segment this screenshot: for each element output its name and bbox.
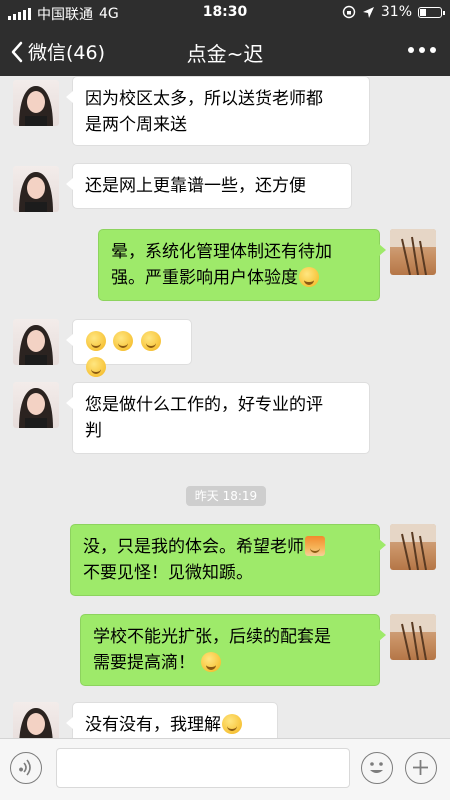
emoji-button[interactable] (361, 752, 393, 784)
thinking-emoji-icon (140, 331, 161, 351)
emoji-face-icon (370, 762, 383, 773)
message-bubble[interactable]: 晕，系统化管理体制还有待加 强。严重影响用户体验度 (98, 229, 386, 301)
chat-area[interactable]: 因为校区太多，所以送货老师都 是两个周来送 还是网上更靠谱一些，还方便 晕，系统… (0, 76, 450, 738)
contact-avatar[interactable] (13, 382, 59, 428)
thinking-emoji-icon (86, 357, 106, 377)
smile-emoji-icon (113, 331, 134, 351)
contact-avatar[interactable] (13, 702, 59, 738)
message-bubble[interactable]: 还是网上更靠谱一些，还方便 (66, 163, 352, 209)
message-text: 因为校区太多，所以送货老师都 (85, 89, 323, 109)
user-avatar[interactable] (390, 524, 436, 570)
message-text: 强。严重影响用户体验度 (111, 265, 367, 291)
contact-avatar[interactable] (13, 80, 59, 126)
message-text: 没有没有，我理解 (85, 712, 265, 738)
message-bubble[interactable] (66, 319, 192, 377)
message-text: 晕，系统化管理体制还有待加 (111, 242, 332, 262)
message-bubble[interactable]: 您是做什么工作的，好专业的评 判 (66, 382, 370, 454)
ellipsis-icon (408, 47, 414, 53)
message-text: 不要见怪！见微知踬。 (83, 563, 253, 583)
voice-button[interactable] (10, 752, 42, 784)
message-bubble[interactable]: 学校不能光扩张，后续的配套是 需要提高滴！ (80, 614, 386, 686)
message-text: 您是做什么工作的，好专业的评 (85, 395, 323, 415)
location-icon (362, 6, 374, 18)
chat-title: 点金~迟 (186, 42, 264, 66)
message-text: 需要提高滴！ (93, 650, 367, 676)
laugh-emoji-icon (201, 652, 222, 672)
message-text-part: 强。严重影响用户体验度 (111, 268, 298, 288)
message-input[interactable] (56, 748, 350, 788)
input-bar (0, 738, 450, 800)
status-bar: 中国联通 4G 18:30 31% (0, 0, 450, 26)
battery-icon (418, 6, 445, 18)
contact-avatar[interactable] (13, 166, 59, 212)
message-text: 学校不能光扩张，后续的配套是 (93, 627, 331, 647)
voice-icon (19, 759, 31, 776)
laugh-emoji-icon (299, 267, 319, 287)
message-text-part: 没有没有，我理解 (85, 715, 221, 735)
plus-icon (413, 760, 428, 775)
message-bubble[interactable]: 没，只是我的体会。希望老师 不要见怪！见微知踬。 (70, 524, 386, 596)
message-text: 是两个周来送 (85, 115, 187, 135)
thinking-emoji-icon (86, 331, 106, 351)
more-options-button[interactable] (408, 40, 436, 60)
message-text: 判 (85, 421, 102, 441)
message-text-part: 没，只是我的体会。希望老师 (83, 537, 304, 557)
message-text-part: 需要提高滴！ (93, 653, 195, 673)
more-actions-button[interactable] (405, 752, 437, 784)
message-text: 没，只是我的体会。希望老师 (83, 534, 367, 560)
contact-avatar[interactable] (13, 319, 59, 365)
message-bubble[interactable]: 因为校区太多，所以送货老师都 是两个周来送 (66, 76, 370, 146)
message-text: 还是网上更靠谱一些，还方便 (85, 176, 306, 196)
chat-timestamp: 昨天 18:19 (186, 486, 266, 506)
battery-percent: 31% (380, 4, 412, 20)
user-avatar[interactable] (390, 614, 436, 660)
status-right: 31% (342, 4, 445, 20)
message-bubble[interactable]: 没有没有，我理解 (66, 702, 278, 738)
user-avatar[interactable] (390, 229, 436, 275)
thinking-emoji-icon (222, 714, 242, 734)
nav-bar: 微信(46) 点金~迟 (0, 26, 450, 76)
rotation-lock-icon (342, 5, 356, 19)
teacher-emoji-icon (305, 536, 325, 556)
